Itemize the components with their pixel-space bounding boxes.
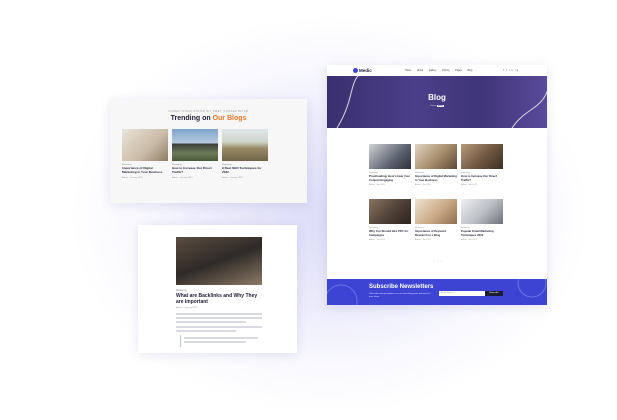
article-detail-card: Marketing What are Backlinks and Why The…	[138, 225, 297, 353]
text-line	[176, 326, 262, 328]
trending-post-card[interactable]: Marketing How to Increase Our Direct Tra…	[172, 129, 218, 179]
trending-eyebrow: LOREM IPSUM DOLOR SIT AMET CONSECTETUR	[168, 110, 249, 113]
blog-post-card[interactable]: Marketing Popular Email Marketing Techni…	[461, 199, 503, 241]
newsletter-curves	[327, 279, 547, 305]
newsletter-section: Subscribe Newsletters Subscribe and get …	[327, 279, 547, 305]
trending-post-card[interactable]: Marketing Importance of Digital Marketin…	[122, 129, 168, 179]
hero-curves	[336, 76, 547, 128]
menu-item-about[interactable]: About	[417, 69, 423, 72]
blog-post-card[interactable]: Marketing Importance of Keyword Research…	[415, 199, 457, 241]
post-title[interactable]: Popular Email Marketing Techniques 2022	[461, 229, 503, 237]
blockquote	[180, 335, 261, 347]
post-meta: Admin · January 2023	[172, 176, 193, 179]
post-title[interactable]: How to Increase Our Direct Traffic?	[172, 166, 218, 175]
trending-blogs-section: LOREM IPSUM DOLOR SIT AMET CONSECTETUR T…	[110, 99, 307, 203]
menu-item-pricing[interactable]: Pricing	[442, 69, 449, 72]
article-category: Marketing	[176, 289, 187, 292]
post-meta: Admin · Jan 2023	[369, 239, 385, 242]
menu-item-home[interactable]: Home	[405, 69, 411, 72]
main-menu: Home About Gallery Pricing Pages Blog	[405, 69, 477, 72]
text-line	[184, 337, 258, 339]
post-meta: Admin · January 2023	[222, 176, 243, 179]
post-title[interactable]: Importance of Digital Marketing in Your …	[122, 166, 168, 175]
post-meta: Admin · Jan 2023	[461, 239, 477, 242]
post-thumbnail[interactable]	[369, 144, 411, 169]
logo-icon	[353, 68, 358, 74]
article-meta: Admin · January 2023	[176, 307, 198, 309]
newsletter-title: Subscribe Newsletters	[369, 284, 434, 290]
post-title[interactable]: Importance of Digital Marketing in Your …	[415, 174, 457, 182]
post-thumbnail[interactable]	[461, 144, 503, 169]
post-thumbnail[interactable]	[122, 129, 168, 161]
blog-post-card[interactable]: Marketing Importance of Digital Marketin…	[415, 144, 457, 186]
trending-post-card[interactable]: Marketing 9 Best SEO Techniques for 2022…	[222, 129, 268, 179]
post-title[interactable]: Proofreading: Here's How Your Content En…	[369, 174, 411, 182]
social-icons[interactable]: f t in ig	[503, 69, 519, 72]
blog-post-card[interactable]: Marketing Why You Should Hire PPC for Ca…	[369, 199, 411, 241]
hero-title: Blog	[428, 93, 446, 102]
blog-page: Medic Home About Gallery Pricing Pages B…	[327, 65, 547, 305]
post-meta: Admin · Jan 2023	[461, 184, 477, 187]
post-title[interactable]: Importance of Keyword Research in a Blog	[415, 229, 457, 237]
pagination[interactable]: • • •	[433, 259, 443, 263]
post-thumbnail[interactable]	[415, 144, 457, 169]
menu-item-blog[interactable]: Blog	[468, 69, 473, 72]
menu-item-pages[interactable]: Pages	[455, 69, 462, 72]
post-meta: Admin · Jan 2023	[415, 239, 431, 242]
post-title[interactable]: How to Increase Our Direct Traffic?	[461, 174, 503, 182]
breadcrumb: Home Blog	[430, 105, 444, 107]
post-meta: Admin · Jan 2023	[369, 184, 385, 187]
post-meta: Admin · January 2023	[122, 176, 143, 179]
blog-post-card[interactable]: Marketing Proofreading: Here's How Your …	[369, 144, 411, 186]
top-navbar: Medic Home About Gallery Pricing Pages B…	[327, 65, 547, 76]
newsletter-description: Subscribe and get updates on our latest …	[369, 293, 431, 298]
blog-post-card[interactable]: Marketing How to Increase Our Direct Tra…	[461, 144, 503, 186]
site-logo[interactable]: Medic	[353, 68, 372, 74]
post-title[interactable]: 9 Best SEO Techniques for 2022	[222, 166, 268, 175]
post-thumbnail[interactable]	[415, 199, 457, 224]
subscribe-button[interactable]: Subscribe	[485, 291, 503, 296]
article-hero-image	[176, 237, 262, 285]
post-thumbnail[interactable]	[222, 129, 268, 161]
post-thumbnail[interactable]	[172, 129, 218, 161]
menu-item-gallery[interactable]: Gallery	[429, 69, 437, 72]
trending-heading: Trending on Our Blogs	[170, 115, 247, 122]
email-input[interactable]: Email address	[439, 291, 485, 296]
post-title[interactable]: Why You Should Hire PPC for Campaigns	[369, 229, 411, 237]
post-thumbnail[interactable]	[369, 199, 411, 224]
text-line	[176, 330, 236, 332]
blog-hero-banner: Blog Home Blog	[327, 76, 547, 128]
post-meta: Admin · Jan 2023	[415, 184, 431, 187]
article-title: What are Backlinks and Why They are Impo…	[176, 293, 258, 305]
post-thumbnail[interactable]	[461, 199, 503, 224]
text-line	[176, 321, 246, 323]
text-line	[176, 313, 262, 315]
text-line	[184, 341, 246, 343]
text-line	[176, 317, 262, 319]
